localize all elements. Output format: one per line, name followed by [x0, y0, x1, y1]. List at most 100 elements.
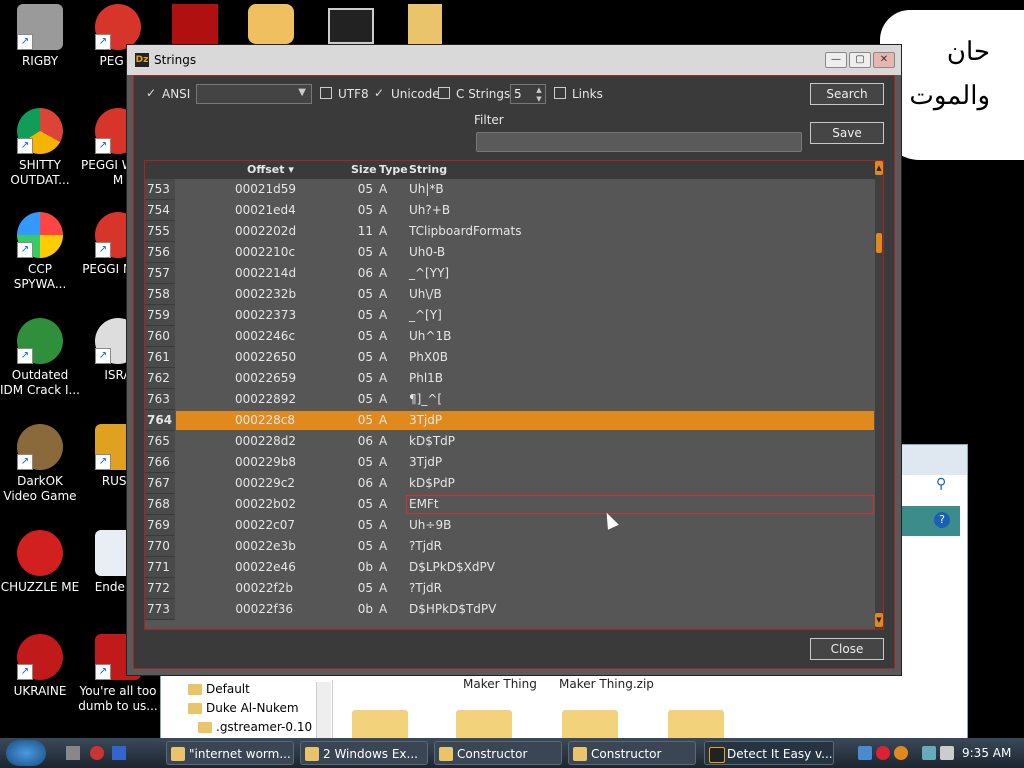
table-row[interactable]: 755 0002202d 11 A TClipboardFormats	[145, 221, 875, 242]
file-label[interactable]: Maker Thing.zip	[559, 677, 654, 691]
table-row[interactable]: 757 0002214d 06 A _^[YY]	[145, 263, 875, 284]
desktop-icon-ukraine[interactable]: ↗ UKRAINE	[0, 634, 80, 699]
table-row[interactable]: 762 00022659 05 A Phl1B	[145, 368, 875, 389]
table-row[interactable]: 771 00022e46 0b A D$LPkD$XdPV	[145, 557, 875, 578]
desktop-icon-outdated-idm[interactable]: ↗ Outdated IDM Crack I...	[0, 318, 80, 398]
die-logo-icon	[709, 747, 725, 763]
tree-scrollbar[interactable]	[316, 682, 331, 738]
row-offset: 00022e3b	[235, 539, 296, 553]
row-type: A	[379, 518, 388, 532]
volume-icon[interactable]	[940, 746, 954, 760]
scroll-thumb[interactable]	[876, 233, 882, 253]
tree-item[interactable]: Duke Al-Nukem	[180, 699, 332, 718]
table-row[interactable]: 766 000229b8 05 A 3TjdP	[145, 452, 875, 473]
row-size: 05	[357, 518, 373, 532]
column-offset[interactable]: Offset ▾	[247, 163, 294, 176]
flash-icon[interactable]	[172, 4, 218, 44]
security-alert-icon[interactable]	[876, 746, 890, 760]
row-string: TClipboardFormats	[409, 224, 522, 238]
desktop-icon-shitty-outdat[interactable]: ↗ SHITTY OUTDAT...	[0, 108, 80, 188]
row-type: A	[379, 329, 388, 343]
table-row[interactable]: 756 0002210c 05 A Uh0-B	[145, 242, 875, 263]
table-row[interactable]: 758 0002232b 05 A Uh\/B	[145, 284, 875, 305]
cstrings-checkbox[interactable]	[438, 87, 450, 99]
taskbar-item[interactable]: Constructor	[568, 741, 696, 765]
column-type[interactable]: Type	[379, 163, 408, 176]
desktop-icon-ccp-spywa[interactable]: ↗ CCP SPYWA...	[0, 212, 80, 292]
table-row[interactable]: 770 00022e3b 05 A ?TjdR	[145, 536, 875, 557]
pinwheel-icon: ↗	[17, 212, 63, 258]
table-row[interactable]: 767 000229c2 06 AkD$PdP	[145, 473, 875, 494]
column-string[interactable]: String	[409, 163, 447, 176]
scroll-down-icon[interactable]: ▼	[875, 613, 883, 627]
quicklaunch-icon[interactable]	[90, 746, 104, 760]
stepper-down-icon[interactable]: ▼	[534, 95, 544, 103]
tree-item[interactable]: Default	[180, 680, 332, 699]
scroll-up-icon[interactable]: ▲	[875, 161, 883, 175]
encoding-dropdown[interactable]: ▼	[196, 84, 312, 104]
table-row[interactable]: 765 000228d2 06 AkD$TdP	[145, 431, 875, 452]
explorer-toolbar	[902, 506, 960, 536]
min-length-stepper[interactable]: 5 ▲ ▼	[510, 84, 546, 104]
network-icon[interactable]	[858, 746, 872, 760]
row-index: 759	[145, 305, 175, 326]
title-bar[interactable]: Dz Strings — ▢ ✕	[127, 45, 901, 75]
table-row[interactable]: 753 00021d59 05 A Uh|*B	[145, 179, 875, 200]
folder-icon[interactable]	[408, 4, 442, 44]
column-size[interactable]: Size	[351, 163, 377, 176]
row-offset: 000228d2	[235, 434, 297, 448]
table-row[interactable]: 759 00022373 05 A _^[Y]	[145, 305, 875, 326]
start-button[interactable]	[6, 740, 46, 766]
ansi-checkbox[interactable]: ✓	[146, 86, 156, 100]
filter-input[interactable]	[476, 132, 802, 152]
tree-item[interactable]: .gstreamer-0.10	[180, 718, 332, 737]
maximize-button[interactable]: ▢	[849, 52, 871, 68]
table-row[interactable]: 769 00022c07 05 A Uh÷9B	[145, 515, 875, 536]
unicode-checkbox[interactable]: ✓	[374, 86, 384, 100]
quicklaunch-icon[interactable]	[66, 746, 80, 760]
table-row[interactable]: 768 00022b02 05 A EMFt	[145, 494, 875, 515]
table-scrollbar[interactable]: ▲ ▼	[875, 161, 883, 629]
table-row[interactable]: 760 0002246c 05 A Uh^1B	[145, 326, 875, 347]
taskbar-item[interactable]: 2 Windows Ex...	[300, 741, 428, 765]
raccoon-icon: ↗	[17, 4, 63, 50]
help-icon[interactable]: ?	[934, 512, 950, 528]
taskbar-item[interactable]: Constructor	[434, 741, 562, 765]
explorer-search-icon[interactable]: ⚲	[936, 476, 956, 496]
taskbar-item-active[interactable]: Detect It Easy v...	[704, 741, 834, 765]
save-button[interactable]: Save	[810, 122, 884, 144]
search-button[interactable]: Search	[810, 83, 884, 105]
row-index: 753	[145, 179, 175, 200]
table-row[interactable]: 773 00022f36 0b A D$HPkD$TdPV	[145, 599, 875, 620]
desktop-icon-darkok[interactable]: ↗ DarkOK Video Game	[0, 424, 80, 504]
close-button[interactable]: Close	[810, 638, 884, 660]
links-checkbox[interactable]	[554, 87, 566, 99]
desktop-icon-chuzzle[interactable]: CHUZZLE ME	[0, 530, 80, 595]
table-row[interactable]: 754 00021ed4 05 A Uh?+B	[145, 200, 875, 221]
quicklaunch-icon[interactable]	[112, 746, 126, 760]
table-row-selected[interactable]: 764 000228c8 05 A 3TjdP	[145, 410, 875, 431]
table-row[interactable]: 761 00022650 05 A PhX0B	[145, 347, 875, 368]
table-row[interactable]: 772 00022f2b 05 A ?TjdR	[145, 578, 875, 599]
utf8-label: UTF8	[338, 87, 369, 101]
search-icon[interactable]	[894, 746, 908, 760]
desktop-icon-rigby[interactable]: ↗ RIGBY	[0, 4, 80, 69]
taskbar-item[interactable]: "internet worm...	[166, 741, 294, 765]
row-string: Uh?+B	[409, 203, 451, 217]
row-size: 05	[357, 455, 373, 469]
cmd-icon[interactable]	[328, 8, 374, 44]
taskbar-clock[interactable]: 9:35 AM	[962, 738, 1011, 768]
stepper-up-icon[interactable]: ▲	[534, 86, 544, 94]
file-label[interactable]: Maker Thing	[463, 677, 537, 691]
row-offset: 00021ed4	[235, 203, 296, 217]
row-offset: 00022c07	[235, 518, 296, 532]
table-row[interactable]: 763 00022892 05 A ¶]_^[	[145, 389, 875, 410]
hxd-icon[interactable]	[248, 4, 294, 44]
monitor-icon[interactable]	[922, 746, 936, 760]
folder-icon	[198, 722, 212, 733]
close-window-button[interactable]: ✕	[873, 52, 895, 68]
utf8-checkbox[interactable]	[320, 87, 332, 99]
row-index: 763	[145, 389, 175, 410]
row-index: 766	[145, 452, 175, 473]
minimize-button[interactable]: —	[825, 52, 847, 68]
